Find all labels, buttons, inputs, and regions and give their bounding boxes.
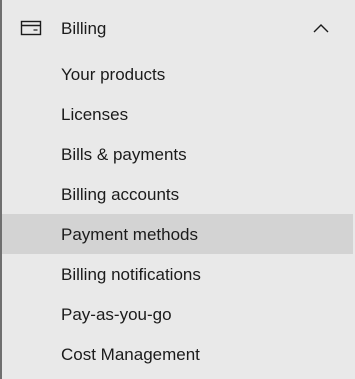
nav-item-label: Pay-as-you-go: [61, 305, 172, 324]
nav-item-label: Billing notifications: [61, 265, 201, 284]
billing-group-header[interactable]: Billing: [2, 8, 353, 50]
nav-item-pay-as-you-go[interactable]: Pay-as-you-go: [2, 295, 353, 335]
credit-card-icon: [20, 20, 42, 36]
nav-item-label: Payment methods: [61, 225, 199, 244]
nav-item-label: Licenses: [61, 105, 129, 124]
billing-nav: Billing Your products Licenses Bills & p…: [0, 0, 355, 379]
nav-item-bills-payments[interactable]: Bills & payments: [2, 135, 353, 175]
nav-item-label: Bills & payments: [61, 145, 187, 164]
nav-item-licenses[interactable]: Licenses: [2, 95, 353, 135]
nav-item-billing-notifications[interactable]: Billing notifications: [2, 255, 353, 295]
nav-item-cost-management[interactable]: Cost Management: [2, 335, 353, 375]
nav-item-label: Your products: [61, 65, 166, 84]
nav-item-your-products[interactable]: Your products: [2, 55, 353, 95]
billing-group-label: Billing: [61, 19, 107, 38]
nav-item-billing-accounts[interactable]: Billing accounts: [2, 175, 353, 215]
nav-item-label: Cost Management: [61, 345, 200, 364]
nav-item-label: Billing accounts: [61, 185, 180, 204]
chevron-up-icon[interactable]: [311, 20, 331, 36]
nav-item-payment-methods[interactable]: Payment methods: [2, 214, 353, 254]
